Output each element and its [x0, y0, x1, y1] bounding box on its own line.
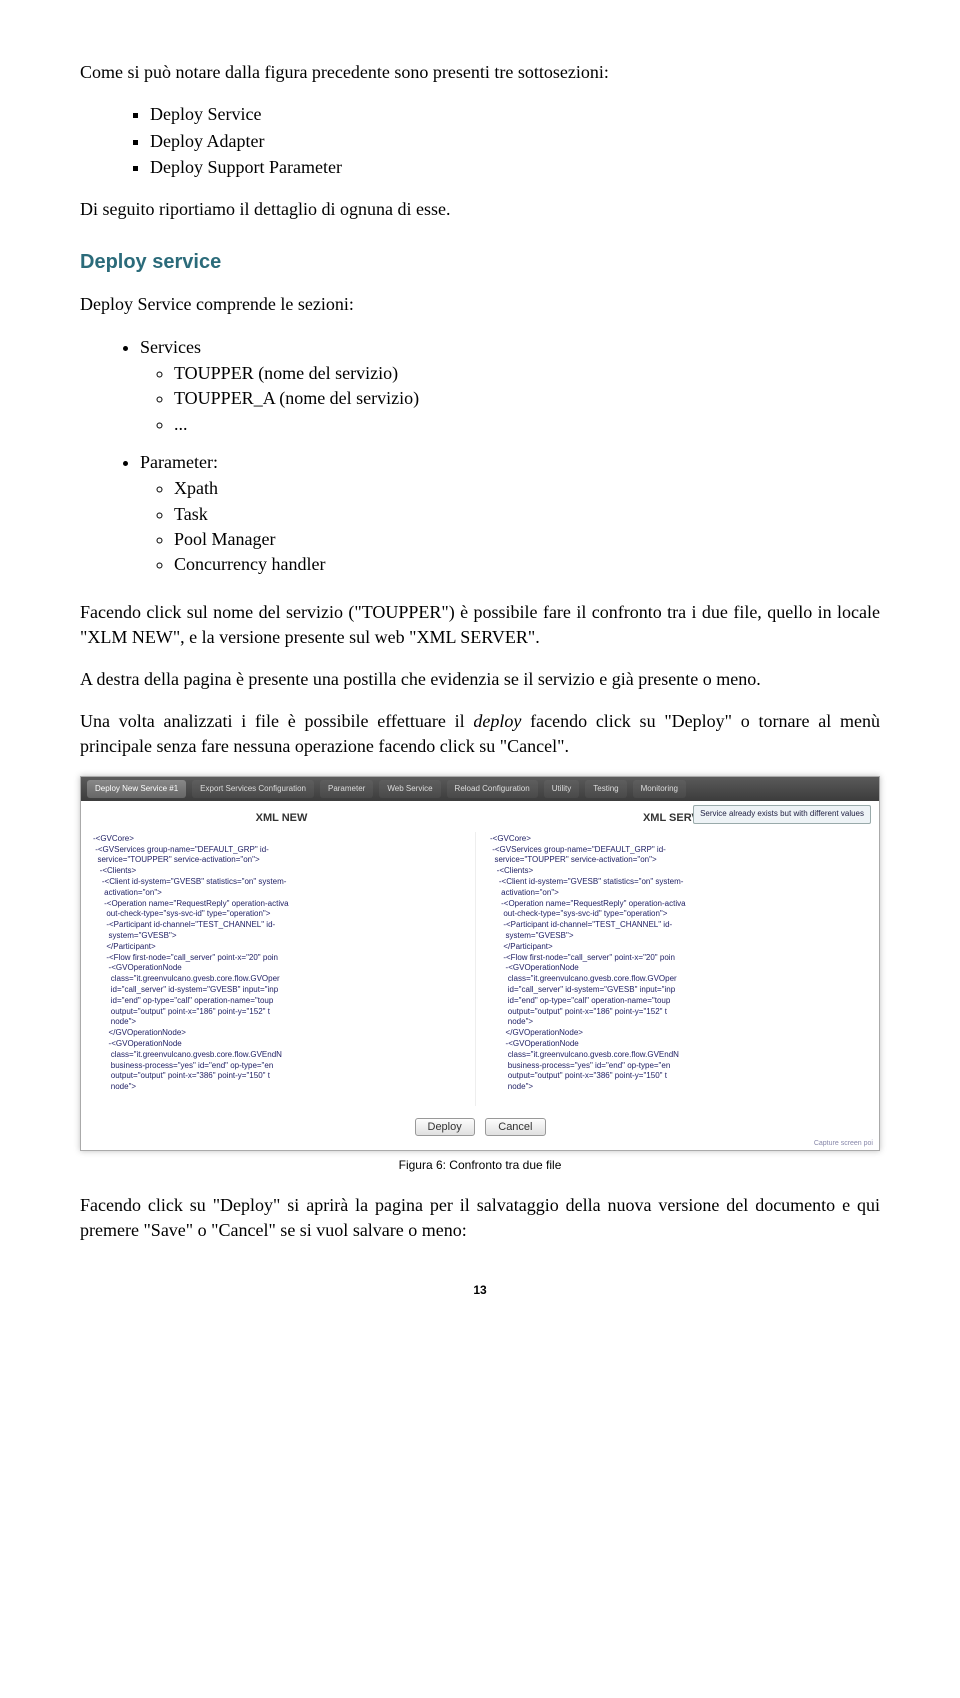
screenshot-button-row: Deploy Cancel — [87, 1106, 873, 1140]
list-item: Task — [174, 502, 880, 526]
xml-new-title: XML NEW — [87, 811, 476, 826]
xml-new-content: -<GVCore> -<GVServices group-name="DEFAU… — [87, 832, 476, 1106]
list-item: Pool Manager — [174, 527, 880, 551]
list-item: Concurrency handler — [174, 552, 880, 576]
capture-hint: Capture screen poi — [814, 1139, 873, 1148]
body-paragraph-2: A destra della pagina è presente una pos… — [80, 667, 880, 691]
list-item: ... — [174, 412, 880, 436]
xml-server-column: XML SERVER -<GVCore> -<GVServices group-… — [484, 807, 873, 1106]
services-list: Services TOUPPER (nome del servizio) TOU… — [80, 335, 880, 436]
cancel-button[interactable]: Cancel — [485, 1118, 545, 1136]
subsection-list: Deploy Service Deploy Adapter Deploy Sup… — [80, 102, 880, 179]
text-run: Una volta analizzati i file è possibile … — [80, 711, 473, 731]
intro-paragraph: Come si può notare dalla figura preceden… — [80, 60, 880, 84]
embedded-screenshot: Deploy New Service #1 Export Services Co… — [80, 776, 880, 1151]
nav-tab-web-service[interactable]: Web Service — [379, 780, 440, 799]
screenshot-navbar: Deploy New Service #1 Export Services Co… — [81, 777, 879, 801]
nav-tab-deploy-new-service[interactable]: Deploy New Service #1 — [87, 780, 186, 799]
body-paragraph-1: Facendo click sul nome del servizio ("TO… — [80, 600, 880, 649]
list-item: TOUPPER_A (nome del servizio) — [174, 386, 880, 410]
xml-server-content: -<GVCore> -<GVServices group-name="DEFAU… — [484, 832, 873, 1106]
nav-tab-reload-configuration[interactable]: Reload Configuration — [447, 780, 538, 799]
nav-tab-parameter[interactable]: Parameter — [320, 780, 373, 799]
nav-tab-utility[interactable]: Utility — [544, 780, 580, 799]
parameter-label: Parameter: — [140, 452, 218, 472]
xml-new-column: XML NEW -<GVCore> -<GVServices group-nam… — [87, 807, 476, 1106]
nav-tab-monitoring[interactable]: Monitoring — [633, 780, 686, 799]
list-item: Xpath — [174, 476, 880, 500]
services-sublist: TOUPPER (nome del servizio) TOUPPER_A (n… — [140, 361, 880, 436]
deploy-button[interactable]: Deploy — [415, 1118, 475, 1136]
closing-paragraph: Facendo click su "Deploy" si aprirà la p… — [80, 1193, 880, 1242]
list-item: Services TOUPPER (nome del servizio) TOU… — [140, 335, 880, 436]
list-item: Deploy Support Parameter — [150, 155, 880, 179]
list-item: TOUPPER (nome del servizio) — [174, 361, 880, 385]
intro-paragraph-2: Di seguito riportiamo il dettaglio di og… — [80, 197, 880, 221]
list-item: Parameter: Xpath Task Pool Manager Concu… — [140, 450, 880, 576]
screenshot-body: Service already exists but with differen… — [81, 801, 879, 1150]
status-badge: Service already exists but with differen… — [693, 805, 871, 824]
section-lead: Deploy Service comprende le sezioni: — [80, 292, 880, 316]
parameter-list: Parameter: Xpath Task Pool Manager Concu… — [80, 450, 880, 576]
nav-tab-export-services[interactable]: Export Services Configuration — [192, 780, 314, 799]
body-paragraph-3: Una volta analizzati i file è possibile … — [80, 709, 880, 758]
page-number: 13 — [80, 1282, 880, 1298]
list-item: Deploy Adapter — [150, 129, 880, 153]
figure-caption: Figura 6: Confronto tra due file — [80, 1157, 880, 1173]
text-emphasis: deploy — [473, 711, 521, 731]
list-item: Deploy Service — [150, 102, 880, 126]
nav-tab-testing[interactable]: Testing — [585, 780, 626, 799]
services-label: Services — [140, 337, 201, 357]
parameter-sublist: Xpath Task Pool Manager Concurrency hand… — [140, 476, 880, 576]
section-title-deploy-service: Deploy service — [80, 249, 880, 276]
